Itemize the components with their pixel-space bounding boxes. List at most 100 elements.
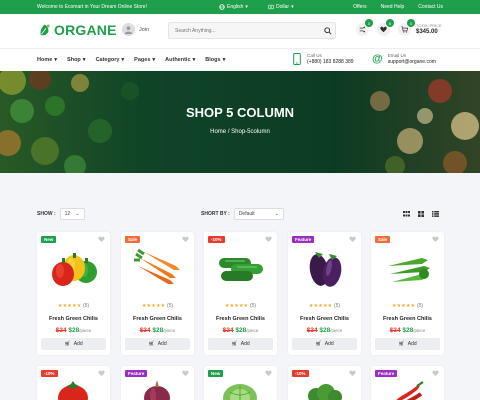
- email-us[interactable]: @ Email Us support@organe.com: [372, 53, 436, 66]
- show-control: SHOW : 12 ⌄: [37, 208, 85, 220]
- sort-value: Default: [238, 211, 255, 217]
- add-to-cart-button[interactable]: 🛒︎ Add: [125, 338, 190, 350]
- list-view-icon[interactable]: [432, 211, 439, 217]
- product-card[interactable]: -10% ★★★★★ (5) Fresh Green Chilis $34 $2…: [204, 232, 277, 355]
- add-to-cart-button[interactable]: 🛒︎ Add: [375, 338, 440, 350]
- heart-icon[interactable]: [182, 236, 189, 242]
- rating-stars: ★★★★★: [141, 303, 166, 309]
- sort-select[interactable]: Default ⌄: [233, 208, 284, 220]
- currency-icon: [268, 4, 274, 10]
- grid-5-view-icon[interactable]: [403, 211, 410, 217]
- old-price: $34: [55, 327, 67, 334]
- heart-icon[interactable]: [265, 236, 272, 242]
- currency-selector[interactable]: Dollar ▾: [268, 4, 294, 10]
- nav-item-blogs[interactable]: Blogs ▾: [205, 57, 225, 63]
- review-count: (5): [82, 303, 90, 309]
- cart-icon: 🛒︎: [231, 341, 238, 347]
- product-card[interactable]: -10%: [288, 366, 361, 400]
- new-price: $28: [152, 327, 164, 334]
- add-to-cart-button[interactable]: 🛒︎ Add: [292, 338, 357, 350]
- chevron-down-icon: ▾: [152, 57, 156, 63]
- wishlist-button[interactable]: 0: [377, 19, 394, 36]
- product-tag: Sale: [125, 236, 141, 243]
- chevron-down-icon: ▾: [82, 57, 86, 63]
- chevron-down-icon: ⌄: [274, 211, 279, 217]
- view-toggles: [403, 211, 439, 217]
- product-price: $34 $28/piece: [121, 327, 194, 334]
- breadcrumb-home[interactable]: Home: [210, 129, 226, 135]
- heart-icon[interactable]: [265, 370, 272, 376]
- nav-item-authentic[interactable]: Authentic ▾: [165, 57, 195, 63]
- nav-item-category[interactable]: Category ▾: [96, 57, 125, 63]
- heart-icon[interactable]: [349, 370, 356, 376]
- nav-label: Pages: [134, 57, 151, 63]
- product-card[interactable]: New: [204, 366, 277, 400]
- tomato-image: [58, 381, 88, 400]
- contact-us-link[interactable]: Contact Us: [418, 4, 443, 10]
- add-to-cart-button[interactable]: 🛒︎ Add: [208, 338, 273, 350]
- add-to-cart-button[interactable]: 🛒︎ Add: [41, 338, 106, 350]
- need-help-link[interactable]: Need Help: [381, 4, 405, 10]
- join-link[interactable]: Join: [122, 23, 149, 36]
- product-card[interactable]: Feature: [371, 366, 444, 400]
- product-card[interactable]: -10%: [37, 366, 110, 400]
- offers-link[interactable]: Offers: [353, 4, 367, 10]
- cucumbers-image: [219, 258, 263, 281]
- grid-4-view-icon[interactable]: [418, 211, 424, 217]
- rating-stars: ★★★★★: [57, 303, 82, 309]
- price-unit: /piece: [413, 328, 426, 333]
- nav-label: Shop: [67, 57, 81, 63]
- sort-label: SHORT BY :: [201, 211, 230, 217]
- nav-item-home[interactable]: Home ▾: [37, 57, 57, 63]
- product-card[interactable]: Sale ★★★★★ (5) Fresh Green Chilis $34 $2…: [371, 232, 444, 355]
- product-name[interactable]: Fresh Green Chilis: [37, 316, 110, 322]
- red-chili-image: [396, 381, 424, 400]
- logo[interactable]: ORGANE: [37, 22, 117, 38]
- eggplants-image: [309, 252, 342, 287]
- call-us-number: (+880) 183 8288 389: [307, 59, 354, 66]
- cart-button[interactable]: 0: [398, 19, 415, 36]
- globe-icon: [219, 4, 225, 10]
- product-name[interactable]: Fresh Green Chilis: [288, 316, 361, 322]
- old-price: $34: [389, 327, 401, 334]
- product-name[interactable]: Fresh Green Chilis: [121, 316, 194, 322]
- total-price-amount: $345.00: [416, 28, 438, 35]
- price-unit: /piece: [79, 328, 92, 333]
- broccoli-image: [308, 384, 342, 400]
- heart-icon[interactable]: [432, 370, 439, 376]
- show-select[interactable]: 12 ⌄: [59, 208, 85, 220]
- compare-button[interactable]: 0: [356, 19, 373, 36]
- email-us-address: support@organe.com: [387, 59, 436, 66]
- heart-icon[interactable]: [98, 236, 105, 242]
- call-us[interactable]: Call Us (+880) 183 8288 389: [293, 53, 354, 66]
- heart-icon[interactable]: [349, 236, 356, 242]
- add-label: Add: [407, 341, 417, 347]
- search-icon[interactable]: [324, 27, 332, 35]
- product-card[interactable]: New ★★★★★ (5) Fresh Green Chilis $34 $28…: [37, 232, 110, 355]
- heart-icon[interactable]: [98, 370, 105, 376]
- currency-label: Dollar: [276, 4, 290, 10]
- nav-item-shop[interactable]: Shop ▾: [67, 57, 86, 63]
- page-title: SHOP 5 COLUMN: [185, 105, 295, 120]
- old-price: $34: [222, 327, 234, 334]
- bell-peppers-image: [52, 253, 97, 286]
- product-tag: -10%: [41, 370, 58, 377]
- language-selector[interactable]: English ▾: [219, 4, 248, 10]
- cart-icon: 🛒︎: [64, 341, 71, 347]
- nav-item-pages[interactable]: Pages ▾: [134, 57, 155, 63]
- product-name[interactable]: Fresh Green Chilis: [204, 316, 277, 322]
- product-card[interactable]: Sale ★★★★★ (5) Fresh Green Chilis $34 $2…: [121, 232, 194, 355]
- product-name[interactable]: Fresh Green Chilis: [371, 316, 444, 322]
- nav-label: Category: [95, 57, 120, 63]
- product-price: $34 $28/piece: [37, 327, 110, 334]
- product-card[interactable]: Feature: [121, 366, 194, 400]
- product-card[interactable]: Feature ★★★★★ (5) Fresh Green Chilis $34…: [288, 232, 361, 355]
- heart-icon[interactable]: [182, 370, 189, 376]
- review-count: (5): [416, 303, 424, 309]
- search-input[interactable]: [175, 27, 315, 34]
- heart-icon[interactable]: [432, 236, 439, 242]
- new-price: $28: [68, 327, 80, 334]
- cart-total[interactable]: TOTAL PRICE $345.00: [416, 23, 442, 36]
- product-tag: Sale: [375, 236, 391, 243]
- chevron-down-icon: ⌄: [75, 211, 80, 217]
